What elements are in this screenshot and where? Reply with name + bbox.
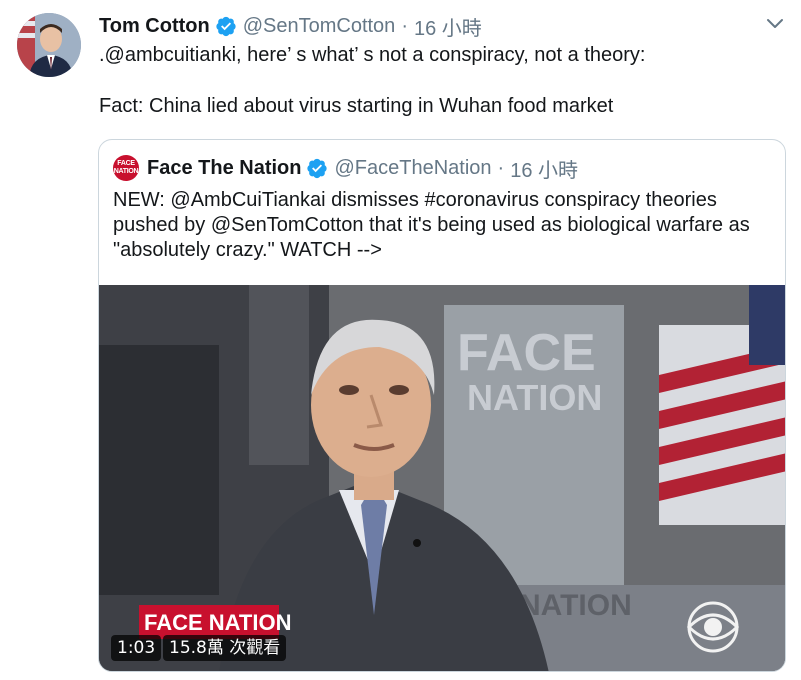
chevron-down-icon[interactable] xyxy=(763,12,787,36)
video-view-count: 15.8萬 次觀看 xyxy=(163,635,287,661)
backdrop-sign-top: FACE xyxy=(457,324,596,382)
tweet-text-line-2: Fact: China lied about virus starting in… xyxy=(99,95,614,117)
author-handle[interactable]: @SenTomCotton xyxy=(243,15,396,38)
video-duration: 1:03 xyxy=(111,635,162,661)
backdrop-sign-bottom: NATION xyxy=(467,377,602,418)
quoted-tweet-card[interactable]: FACE NATION Face The Nation @FaceTheNati… xyxy=(98,139,786,672)
quoted-author-name[interactable]: Face The Nation xyxy=(147,157,301,180)
verified-badge-icon xyxy=(306,157,328,179)
separator: · xyxy=(497,156,505,179)
timestamp[interactable]: 16 小時 xyxy=(414,12,482,41)
tweet-text-line-1: .@ambcuitianki, here’ s what’ s not a co… xyxy=(99,44,646,66)
side-sign: NATION xyxy=(519,589,632,622)
quoted-timestamp[interactable]: 16 小時 xyxy=(510,154,578,183)
tweet-header: Tom Cotton @SenTomCotton · 16 小時 xyxy=(99,12,482,40)
verified-badge-icon xyxy=(215,15,237,37)
face-the-nation-logo[interactable]: FACE NATION xyxy=(113,155,139,181)
quoted-tweet-header: FACE NATION Face The Nation @FaceTheNati… xyxy=(113,154,578,182)
quoted-author-handle[interactable]: @FaceTheNation xyxy=(334,157,491,180)
lower-third-text: FACE NATION xyxy=(144,610,291,635)
video-player[interactable]: FACE NATION NATION FACE NATION 1:03 15.8… xyxy=(99,285,785,671)
author-name[interactable]: Tom Cotton xyxy=(99,15,210,38)
video-thumbnail: FACE NATION NATION FACE NATION xyxy=(99,285,785,671)
quoted-tweet-text: NEW: @AmbCuiTiankai dismisses #coronavir… xyxy=(113,189,750,261)
avatar[interactable] xyxy=(17,13,81,77)
separator: · xyxy=(401,14,408,37)
